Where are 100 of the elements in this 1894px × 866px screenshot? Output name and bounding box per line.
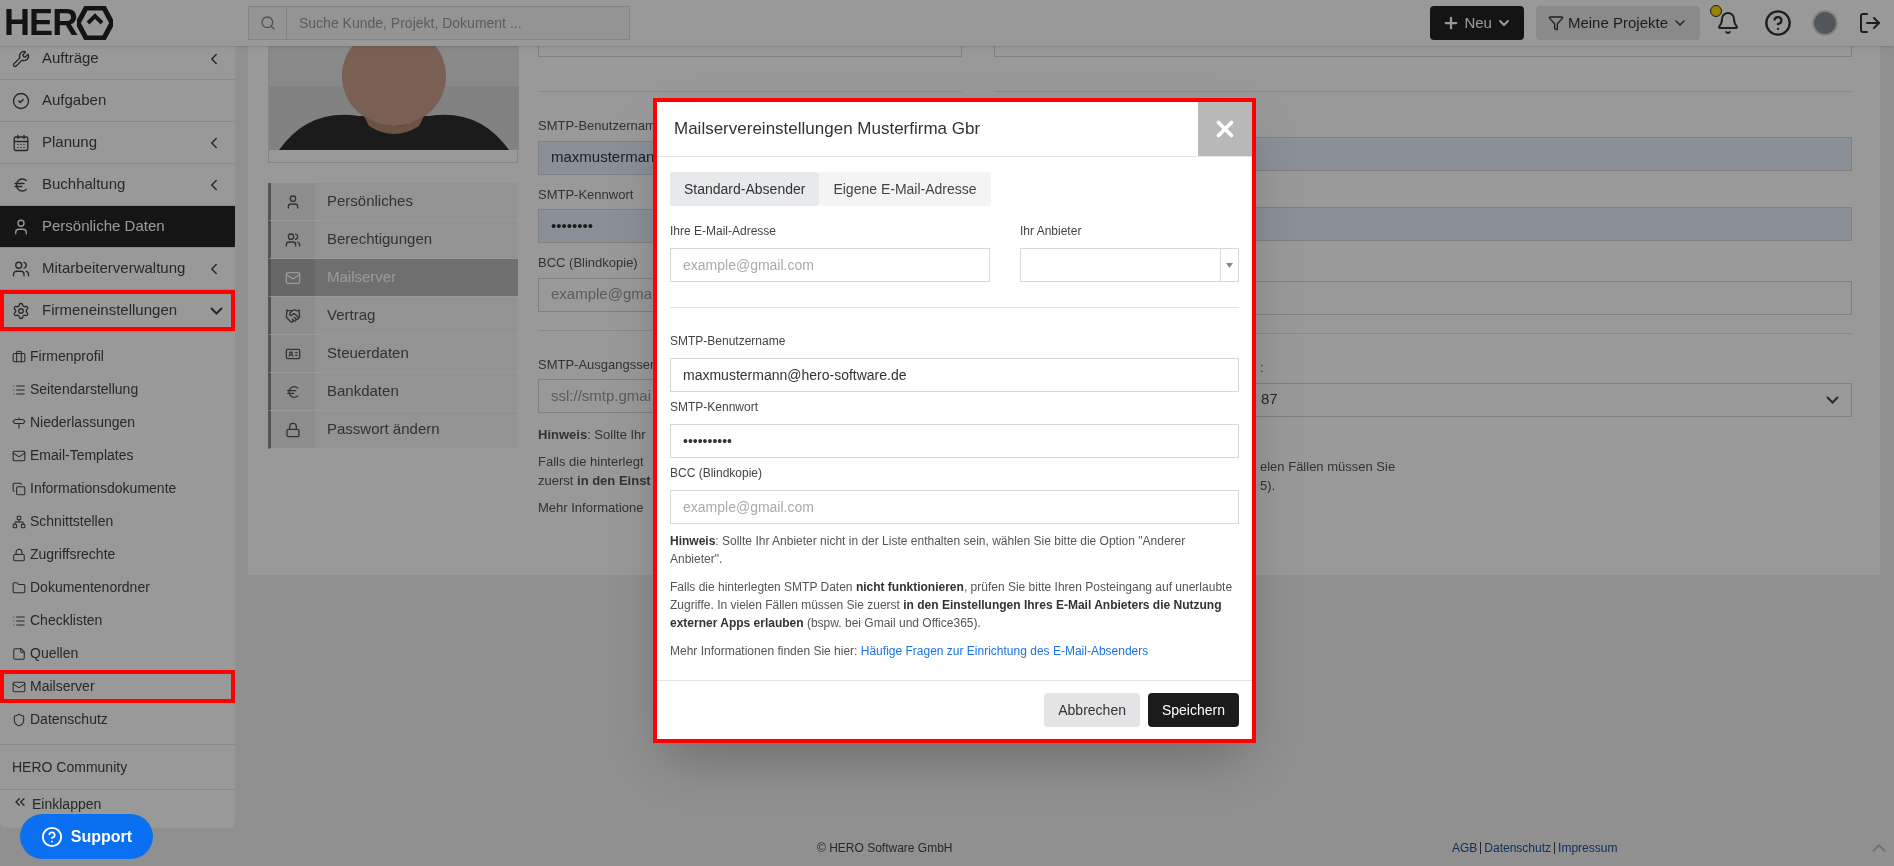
lock-icon [12, 547, 26, 562]
input-field[interactable]: example@gmail.com [670, 490, 1239, 524]
input-field[interactable]: maxmustermann@hero-software.de [670, 358, 1239, 392]
input-field[interactable] [994, 46, 1852, 57]
chevron-down-icon [1826, 395, 1839, 404]
handshake-icon [285, 307, 301, 324]
user-icon [285, 193, 301, 210]
note-text: elen Fällen müssen Sie [1260, 457, 1396, 476]
faq-link[interactable]: Häufige Fragen zur Einrichtung des E-Mail-Absenders [860, 644, 1149, 658]
profile-nav-item[interactable]: Bankdaten [268, 373, 518, 411]
profile-nav-item[interactable]: Persönliches [268, 183, 518, 221]
euro-icon [285, 383, 301, 400]
list-icon [12, 613, 26, 628]
submenu-item[interactable]: Checklisten [0, 604, 235, 637]
lock-icon [285, 421, 301, 438]
hint-text: Hinweis: Sollte Ihr Anbieter nicht in der Liste enthalten sein, wählen Sie bitte die Option "Anderer Anbieter". [670, 533, 1187, 568]
support-button[interactable]: Support [20, 814, 153, 859]
tab[interactable]: Standard-Absender [670, 172, 820, 206]
collapse-link[interactable]: Einklappen [32, 794, 102, 815]
list-icon [12, 382, 26, 397]
submenu-item[interactable]: Seitendarstellung [0, 373, 235, 406]
note-text: Hinweis: Sollte Ihr [538, 426, 646, 444]
dropdown-arrow-icon [1226, 262, 1233, 268]
submenu-item[interactable]: Mailserver [0, 670, 235, 703]
logout-icon[interactable] [1858, 11, 1882, 35]
sidebar-item[interactable]: Firmeneinstellungen [0, 290, 235, 332]
network-icon [12, 514, 26, 529]
users-icon [12, 259, 30, 278]
field-label: SMTP-Kennwort [538, 185, 634, 204]
note-text: 5). [1260, 476, 1276, 495]
signpost-icon [12, 415, 26, 430]
submenu-item[interactable]: Firmenprofil [0, 340, 235, 373]
submenu-item[interactable]: Quellen [0, 637, 235, 670]
sidebar-item[interactable]: Aufträge [0, 46, 235, 80]
community-link[interactable]: HERO Community [0, 745, 235, 790]
calendar-icon [12, 133, 30, 152]
briefcase-icon [12, 349, 26, 364]
note-text: Mehr Informatione [538, 499, 644, 517]
logo-hexagon-icon [77, 6, 114, 40]
field-label: BCC (Blindkopie) [670, 465, 764, 482]
submenu-item[interactable]: Dokumentenordner [0, 571, 235, 604]
submenu-item[interactable]: Zugriffsrechte [0, 538, 235, 571]
profile-nav-item[interactable]: Vertrag [268, 297, 518, 335]
mail-icon [285, 269, 301, 286]
copyright-text: © HERO Software GmbH [817, 840, 953, 857]
user-icon [12, 217, 30, 236]
submenu-item[interactable]: Email-Templates [0, 439, 235, 472]
shield-icon [12, 712, 26, 727]
submenu-item[interactable]: Niederlassungen [0, 406, 235, 439]
field-label: SMTP-Benutzername [670, 333, 787, 350]
footer-link[interactable]: Impressum [1558, 839, 1618, 857]
new-button[interactable]: Neu [1430, 6, 1524, 40]
note-icon [12, 646, 26, 661]
field-label: BCC (Blindkopie) [538, 254, 638, 272]
chevron-down-icon [210, 306, 223, 315]
logo-text: HER [4, 5, 78, 41]
euro-icon [12, 175, 30, 194]
sidebar-item[interactable]: Aufgaben [0, 80, 235, 122]
profile-nav-item[interactable]: Passwort ändern [268, 411, 518, 449]
field-label: SMTP-Benutzernam [538, 117, 656, 135]
mail-icon [12, 448, 26, 463]
sidebar-item[interactable]: Persönliche Daten [0, 206, 235, 248]
wrench-icon [12, 49, 30, 68]
submenu-item[interactable]: Schnittstellen [0, 505, 235, 538]
footer-link[interactable]: Datenschutz [1484, 839, 1552, 857]
submenu-item[interactable]: Datenschutz [0, 703, 235, 736]
save-button[interactable]: Speichern [1147, 693, 1239, 727]
field-label: : [1260, 359, 1264, 377]
sidebar-item[interactable]: Mitarbeiterverwaltung [0, 248, 235, 290]
field-label: Ihr Anbieter [1020, 223, 1083, 240]
profile-nav-item[interactable]: Steuerdaten [268, 335, 518, 373]
field-label: SMTP-Ausgangsser [538, 355, 655, 374]
check-circle-icon [12, 91, 30, 110]
sidebar-item[interactable]: Planung [0, 122, 235, 164]
users-icon [285, 231, 301, 248]
email-field[interactable]: example@gmail.com [670, 248, 990, 282]
help-icon[interactable] [1764, 9, 1792, 37]
mail-icon [12, 679, 26, 694]
close-button[interactable] [1198, 102, 1252, 156]
tab[interactable]: Eigene E-Mail-Adresse [819, 172, 991, 206]
bell-icon[interactable] [1716, 11, 1740, 35]
projects-button[interactable]: Meine Projekte [1535, 6, 1700, 40]
search-icon [259, 15, 276, 31]
input-field[interactable] [538, 46, 962, 57]
help-icon [40, 825, 63, 848]
gear-icon [12, 301, 30, 320]
note-text: zuerst in den Einst [538, 472, 651, 490]
cancel-button[interactable]: Abbrechen [1044, 693, 1140, 727]
avatar[interactable] [1812, 10, 1838, 36]
dialog-title: Mailservereinstellungen Musterfirma Gbr [673, 118, 982, 141]
note-text: Falls die hinterlegt [538, 453, 644, 471]
copy-icon [12, 481, 26, 496]
submenu-item[interactable]: Informationsdokumente [0, 472, 235, 505]
field-label: SMTP-Kennwort [670, 399, 760, 416]
info-text: Mehr Informationen finden Sie hier: [670, 644, 859, 658]
input-field[interactable]: •••••••••• [670, 424, 1239, 458]
footer-link[interactable]: AGB [1452, 839, 1478, 857]
folder-icon [12, 580, 26, 595]
profile-nav-item[interactable]: Berechtigungen [268, 221, 518, 259]
field-label: Ihre E-Mail-Adresse [670, 223, 778, 240]
